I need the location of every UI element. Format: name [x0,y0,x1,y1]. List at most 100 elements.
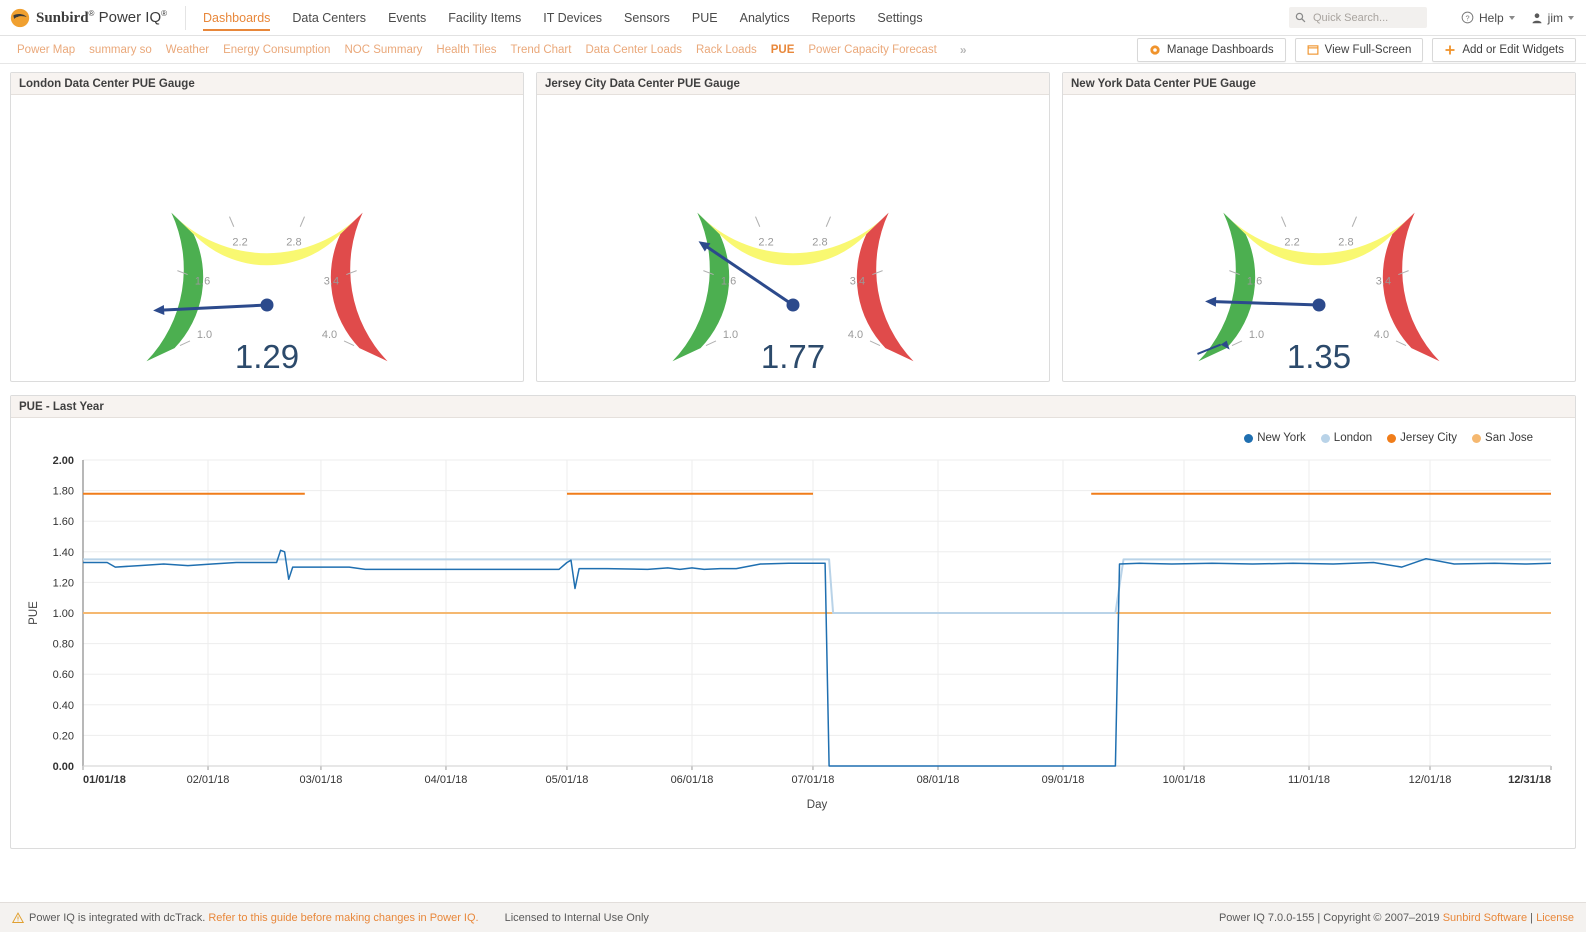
gauge-widget: London Data Center PUE Gauge1.01.62.22.8… [10,72,524,382]
nav-item-settings[interactable]: Settings [866,0,933,35]
gauge-needle [1211,302,1319,305]
chevron-down-icon [1509,16,1515,20]
legend-item[interactable]: Jersey City [1387,432,1457,444]
gauge-tick [755,217,759,227]
gauge-tick [229,217,233,227]
y-axis-tick-label: 2.00 [53,455,74,467]
y-axis-tick-label: 1.60 [53,516,74,528]
footer-license-link[interactable]: License [1536,912,1574,924]
dashboard-tab-noc-summary[interactable]: NOC Summary [337,44,429,56]
legend-label: San Jose [1485,432,1533,444]
gauge-value: 1.35 [1287,338,1351,375]
dashboard-action-buttons: Manage Dashboards View Full-Screen Add or … [1137,38,1576,62]
pue-gauge: 1.01.62.22.83.44.01.29 [21,95,513,381]
legend-item[interactable]: San Jose [1472,432,1533,444]
dashboard-tabs-overflow-button[interactable]: » [950,43,977,57]
x-axis-tick-label: 10/01/18 [1163,774,1206,786]
gauge-widget: New York Data Center PUE Gauge1.01.62.22… [1062,72,1576,382]
x-axis-tick-label: 03/01/18 [300,774,343,786]
plus-icon [1444,44,1456,56]
top-bar-right: ? Help jim [1289,7,1586,28]
footer-separator: | [1527,912,1536,924]
help-menu[interactable]: ? Help [1461,11,1515,25]
view-full-screen-button[interactable]: View Full-Screen [1295,38,1424,62]
dashboard-tab-power-capacity-forecast[interactable]: Power Capacity Forecast [801,44,943,56]
dashboard-tab-summary-so[interactable]: summary so [82,44,159,56]
brand-sup-2: ® [161,9,167,18]
search-icon [1295,12,1306,23]
pue-chart-widget: PUE - Last Year New York London Jersey Cit… [10,395,1576,849]
search-input[interactable] [1311,11,1421,25]
dashboard-tab-power-map[interactable]: Power Map [10,44,82,56]
brand-sup-1: ® [89,9,95,18]
nav-item-pue[interactable]: PUE [681,0,729,35]
nav-item-dashboards[interactable]: Dashboards [192,0,281,35]
chart-legend: New York London Jersey City San Jose [1244,432,1533,444]
dashboard-tab-rack-loads[interactable]: Rack Loads [689,44,764,56]
page-footer: Power IQ is integrated with dcTrack. Ref… [0,902,1586,932]
dashboard-tab-pue[interactable]: PUE [764,44,802,56]
gauge-needle-hub [1313,299,1326,312]
gauge-tick-label: 4.0 [1374,329,1389,341]
legend-label: Jersey City [1400,432,1457,444]
nav-item-it-devices[interactable]: IT Devices [532,0,613,35]
nav-item-facility-items[interactable]: Facility Items [437,0,532,35]
legend-item[interactable]: London [1321,432,1372,444]
nav-item-sensors[interactable]: Sensors [613,0,681,35]
dashboard-tab-weather[interactable]: Weather [159,44,216,56]
gauge-tick-label: 3.4 [850,275,865,287]
brand-logo: Sunbird® Power IQ® [0,8,185,28]
legend-color-swatch [1472,434,1481,443]
nav-item-events[interactable]: Events [377,0,437,35]
user-menu[interactable]: jim [1531,11,1574,25]
brand-title: Sunbird® Power IQ® [36,9,167,27]
pue-line-chart: 0.000.200.400.600.801.001.201.401.601.80… [11,418,1571,818]
nav-item-analytics[interactable]: Analytics [729,0,801,35]
gauge-tick-label: 2.2 [1284,236,1299,248]
nav-item-reports[interactable]: Reports [801,0,867,35]
brand-name-bold: Sunbird [36,10,89,26]
x-axis-tick-label: 02/01/18 [187,774,230,786]
gauge-needle-tip [153,305,164,316]
gauge-tick [300,217,304,227]
gauge-tick-label: 1.6 [721,275,736,287]
dashboard-tab-energy-consumption[interactable]: Energy Consumption [216,44,337,56]
legend-color-swatch [1387,434,1396,443]
x-axis-tick-label: 12/31/18 [1508,774,1551,786]
help-label: Help [1479,11,1504,25]
gauge-needle-hub [787,299,800,312]
footer-company-link[interactable]: Sunbird Software [1443,912,1527,924]
gauge-body: 1.01.62.22.83.44.01.77 [537,95,1049,381]
nav-item-data-centers[interactable]: Data Centers [281,0,377,35]
gauge-tick-label: 3.4 [324,275,339,287]
gauge-tick-label: 1.0 [1249,329,1264,341]
gauge-tick-label: 2.2 [232,236,247,248]
add-or-edit-widgets-button[interactable]: Add or Edit Widgets [1432,38,1576,62]
footer-guide-link[interactable]: Refer to this guide before making change… [208,912,478,924]
gauge-value: 1.77 [761,338,825,375]
gauge-tick-label: 1.0 [723,329,738,341]
manage-dashboards-button[interactable]: Manage Dashboards [1137,38,1286,62]
dashboard-tab-health-tiles[interactable]: Health Tiles [429,44,503,56]
search-box[interactable] [1289,7,1427,28]
footer-version-text: Power IQ 7.0.0-155 | Copyright © 2007–20… [1219,912,1443,924]
user-label: jim [1548,11,1563,25]
chevron-down-icon [1568,16,1574,20]
dashboard-tab-trend-chart[interactable]: Trend Chart [504,44,579,56]
gauge-tick-label: 1.0 [197,329,212,341]
y-axis-tick-label: 0.20 [53,730,74,742]
legend-color-swatch [1321,434,1330,443]
y-axis-tick-label: 0.80 [53,639,74,651]
y-axis-tick-label: 1.20 [53,577,74,589]
legend-item[interactable]: New York [1244,432,1306,444]
dashboard-tab-data-center-loads[interactable]: Data Center Loads [578,44,689,56]
x-axis-tick-label: 04/01/18 [425,774,468,786]
top-navigation-bar: Sunbird® Power IQ® DashboardsData Center… [0,0,1586,36]
pue-chart-widget-title: PUE - Last Year [11,396,1575,418]
svg-text:?: ? [1465,13,1469,22]
gauge-tick-label: 2.8 [286,236,301,248]
y-axis-tick-label: 0.00 [53,761,74,773]
x-axis-tick-label: 05/01/18 [546,774,589,786]
nav-divider [185,6,186,30]
gauge-widget-title: Jersey City Data Center PUE Gauge [537,73,1049,95]
